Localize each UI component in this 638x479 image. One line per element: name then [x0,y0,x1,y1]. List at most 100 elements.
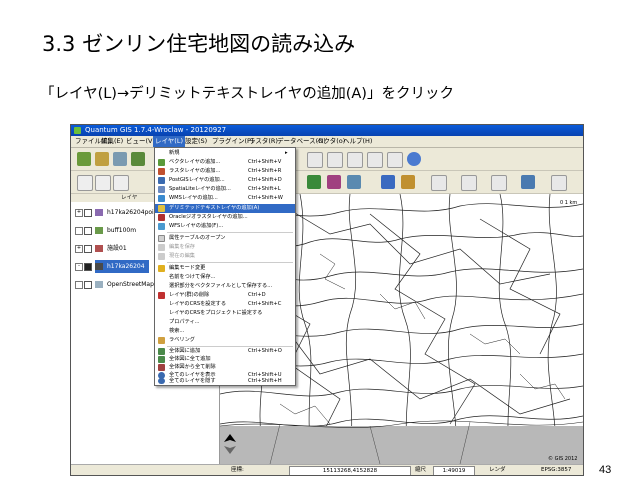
layer-menu-dropdown: 新規 ▸ ベクタレイヤの追加... Ctrl+Shift+V ラスタレイヤの追加..… [154,147,296,386]
layer-checkbox[interactable] [84,209,92,217]
digitize-icon[interactable] [307,175,321,189]
menu-item-add-postgis[interactable]: PostGISレイヤの追加... Ctrl+Shift+D [155,176,295,185]
slide-instruction: 「レイヤ(L)→デリミットテキストレイヤの追加(A)」をクリック [40,86,454,102]
slide-title: 3.3 ゼンリン住宅地図の読み込み [42,32,356,56]
menu-item-add-wfs[interactable]: WFSレイヤの追加(F)... [155,222,295,231]
zoom-layer-icon[interactable] [387,152,403,168]
layer-checkbox[interactable] [84,227,92,235]
new-project-icon[interactable] [77,152,91,166]
expand-toggle-icon[interactable]: + [75,245,83,253]
expand-toggle-icon[interactable] [75,227,83,235]
zoom-in-icon[interactable] [327,152,343,168]
labeling-icon [158,337,165,344]
menu-item-set-project-crs[interactable]: レイヤのCRSをプロジェクトに設定する [155,309,295,318]
qgis-app-icon [74,127,81,134]
scale-label: 縮尺 [415,467,427,473]
statusbar: 座標: 15113268,4152828 縮尺 1:49019 レンダ EPSG… [71,464,583,475]
menu-item-add-oracle[interactable]: Oracleジオラスタレイヤの追加... [155,213,295,222]
print-icon[interactable] [113,175,129,191]
zoom-full-icon[interactable] [367,152,383,168]
save-edits-icon [158,244,165,251]
wfs-icon [158,223,165,230]
spatialite-icon [158,186,165,193]
menu-item-save-selection[interactable]: 選択部分をベクタファイルとして保存する... [155,282,295,291]
qgis-screenshot: Quantum GIS 1.7.4-Wroclaw - 20120927 ファイ… [70,124,584,476]
annotation-icon[interactable] [461,175,477,191]
expand-toggle-icon[interactable]: - [75,263,83,271]
layer-checkbox[interactable] [84,263,92,271]
toolbar-top [71,148,583,171]
open-doc-icon[interactable] [95,175,111,191]
menu-item-add-delimited-text[interactable]: デリミテッドテキストレイヤの追加(A) [155,204,295,213]
hide-all-icon [158,378,165,384]
menu-item-current-edits[interactable]: 現在の編集 [155,252,295,261]
layer-name: buff100m [107,227,137,234]
menu-item-query[interactable]: 検索... [155,327,295,336]
menu-item-properties[interactable]: プロパティ... [155,318,295,327]
identify-icon[interactable] [401,175,415,189]
menubar: ファイル(F) 編集(E) ビュー(V) レイヤ(L) 設定(S) プラグイン(… [71,136,583,148]
delimited-text-icon [158,205,165,212]
menu-item-add-wms[interactable]: WMSレイヤの追加... Ctrl+Shift+W [155,194,295,203]
menu-item-set-layer-crs[interactable]: レイヤのCRSを設定する Ctrl+Shift+C [155,300,295,309]
vector-icon [158,159,165,166]
layer-name: 施設01 [107,245,127,252]
layer-name: OpenStreetMap [107,281,154,288]
coord-label: 座標: [231,467,244,473]
new-doc-icon[interactable] [77,175,93,191]
menu-vector[interactable]: ベクタ(o) [317,136,345,147]
menu-layer[interactable]: レイヤ(L) [153,136,185,147]
menu-item-save-as[interactable]: 名前をつけて保存... [155,273,295,282]
render-label[interactable]: レンダ [489,465,506,475]
add-layer-icon[interactable] [131,152,145,166]
map-tips-icon[interactable] [491,175,507,191]
gps-icon[interactable] [521,175,535,189]
polygon-layer-icon [95,263,103,270]
refresh-icon[interactable] [407,152,421,166]
layer-checkbox[interactable] [84,245,92,253]
remove-layer-icon [158,292,165,299]
crs-status[interactable]: EPSG:3857 [541,465,571,475]
menu-edit[interactable]: 編集(E) [101,136,123,147]
menu-item-open-attribute-table[interactable]: 属性テーブルのオープン [155,234,295,243]
menu-view[interactable]: ビュー(V) [126,136,155,147]
overview-add-icon [158,348,165,355]
coordinate-field[interactable]: 15113268,4152828 [289,466,411,475]
menu-item-toggle-editing[interactable]: 編集モード変更 [155,264,295,273]
table-icon [158,235,165,242]
menu-item-add-spatialite[interactable]: SpatiaLiteレイヤの追加... Ctrl+Shift+L [155,185,295,194]
bookmark-icon[interactable] [551,175,567,191]
menu-item-add-vector[interactable]: ベクタレイヤの追加... Ctrl+Shift+V [155,158,295,167]
wms-icon [158,195,165,202]
menu-item-labeling[interactable]: ラベリング [155,336,295,345]
window-titlebar: Quantum GIS 1.7.4-Wroclaw - 20120927 [71,125,583,136]
zoom-out-icon[interactable] [347,152,363,168]
postgis-icon [158,177,165,184]
expand-toggle-icon[interactable] [75,281,83,289]
menu-item-hide-all-layers[interactable]: 全てのレイヤを隠す Ctrl+Shift+H [155,377,295,385]
open-project-icon[interactable] [95,152,109,166]
menu-item-add-raster[interactable]: ラスタレイヤの追加... Ctrl+Shift+R [155,167,295,176]
menu-plugins[interactable]: プラグイン(P) [212,136,254,147]
overview-add-all-icon [158,356,165,363]
pencil-icon[interactable] [381,175,395,189]
menu-item-remove-layer[interactable]: レイヤ(群)の削除 Ctrl+D [155,291,295,300]
page-number: 43 [599,464,612,476]
pan-icon[interactable] [307,152,323,168]
scale-field[interactable]: 1:49019 [433,466,475,475]
menu-raster[interactable]: ラスタ(R) [249,136,278,147]
menu-separator [167,262,293,263]
window-title: Quantum GIS 1.7.4-Wroclaw - 20120927 [85,126,227,134]
current-edits-icon [158,253,165,260]
menu-settings[interactable]: 設定(S) [185,136,207,147]
save-project-icon[interactable] [113,152,127,166]
measure-icon[interactable] [431,175,447,191]
menu-help[interactable]: ヘルプ(H) [343,136,372,147]
select-icon[interactable] [347,175,361,189]
menu-item-save-edits[interactable]: 編集を保存 [155,243,295,252]
layer-checkbox[interactable] [84,281,92,289]
layer-name: h17ka26204 [95,260,149,273]
menu-item-new[interactable]: 新規 ▸ [155,149,295,158]
expand-toggle-icon[interactable]: + [75,209,83,217]
node-icon[interactable] [327,175,341,189]
